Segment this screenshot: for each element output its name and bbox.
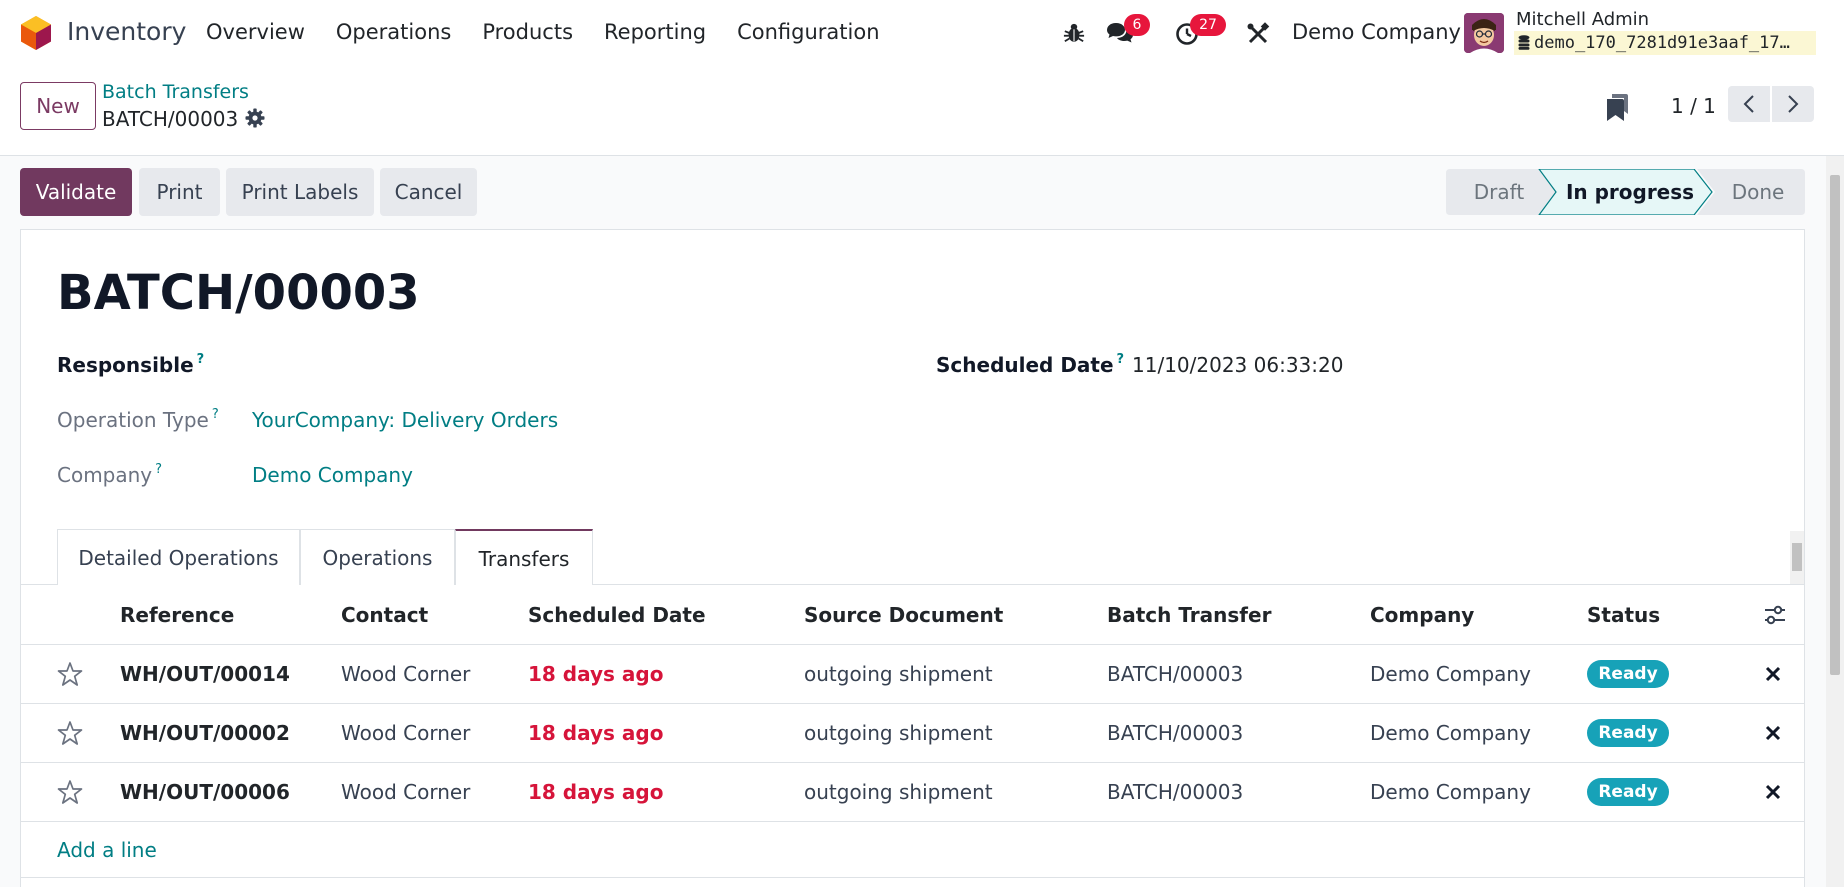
table-header: Reference Contact Scheduled Date Source … bbox=[21, 585, 1804, 645]
user-name[interactable]: Mitchell Admin bbox=[1516, 9, 1649, 30]
menu-products[interactable]: Products bbox=[482, 20, 573, 44]
cell-batch-transfer: BATCH/00003 bbox=[1107, 662, 1244, 686]
avatar[interactable] bbox=[1464, 13, 1504, 53]
status-step-done[interactable]: Done bbox=[1714, 169, 1802, 215]
app-name[interactable]: Inventory bbox=[67, 17, 186, 46]
company-field[interactable]: Demo Company bbox=[252, 463, 413, 487]
tab-operations[interactable]: Operations bbox=[300, 529, 455, 585]
tab-transfers[interactable]: Transfers bbox=[455, 529, 593, 586]
cell-reference: WH/OUT/00002 bbox=[120, 721, 290, 745]
chevron-right-icon bbox=[1788, 95, 1799, 113]
cell-batch-transfer: BATCH/00003 bbox=[1107, 721, 1244, 745]
column-reference[interactable]: Reference bbox=[120, 603, 234, 627]
operation-type-field[interactable]: YourCompany: Delivery Orders bbox=[252, 408, 558, 432]
table-row[interactable]: WH/OUT/00006 Wood Corner 18 days ago out… bbox=[21, 763, 1804, 822]
status-badge: Ready bbox=[1587, 778, 1669, 806]
menu-reporting[interactable]: Reporting bbox=[604, 20, 706, 44]
activity-badge: 27 bbox=[1190, 14, 1226, 36]
responsible-help-icon[interactable]: ? bbox=[197, 352, 205, 367]
chevron-left-icon bbox=[1743, 95, 1754, 113]
remove-icon[interactable] bbox=[1763, 782, 1783, 802]
cell-reference: WH/OUT/00006 bbox=[120, 780, 290, 804]
star-icon[interactable] bbox=[57, 661, 83, 687]
operation-type-help-icon[interactable]: ? bbox=[212, 407, 219, 422]
tab-detailed-operations[interactable]: Detailed Operations bbox=[57, 529, 300, 585]
column-company[interactable]: Company bbox=[1370, 603, 1474, 627]
scheduled-date-help-icon[interactable]: ? bbox=[1117, 352, 1125, 367]
record-title: BATCH/00003 bbox=[57, 265, 420, 321]
top-navbar: Inventory Overview Operations Products R… bbox=[0, 0, 1844, 66]
cell-contact: Wood Corner bbox=[341, 780, 471, 804]
archive-icon[interactable] bbox=[1604, 92, 1630, 122]
main-menu: Overview Operations Products Reporting C… bbox=[206, 20, 911, 44]
cell-scheduled-date: 18 days ago bbox=[528, 780, 664, 804]
pager-next-button[interactable] bbox=[1772, 86, 1814, 122]
company-switcher[interactable]: Demo Company bbox=[1292, 20, 1461, 44]
page-scrollbar-thumb[interactable] bbox=[1830, 175, 1840, 675]
print-button[interactable]: Print bbox=[139, 168, 220, 216]
star-icon[interactable] bbox=[57, 720, 83, 746]
cell-source-document: outgoing shipment bbox=[804, 662, 993, 686]
operation-type-label-text: Operation Type bbox=[57, 408, 209, 432]
status-step-draft[interactable]: Draft bbox=[1446, 169, 1552, 215]
company-help-icon[interactable]: ? bbox=[155, 462, 162, 477]
cell-company: Demo Company bbox=[1370, 721, 1531, 745]
chat-badge: 6 bbox=[1124, 14, 1150, 36]
bug-icon[interactable] bbox=[1063, 22, 1085, 44]
responsible-label: Responsible? bbox=[57, 352, 204, 377]
table-row[interactable]: WH/OUT/00002 Wood Corner 18 days ago out… bbox=[21, 704, 1804, 763]
remove-icon[interactable] bbox=[1763, 664, 1783, 684]
cancel-button[interactable]: Cancel bbox=[380, 168, 477, 216]
menu-operations[interactable]: Operations bbox=[336, 20, 451, 44]
app-logo-icon[interactable] bbox=[20, 15, 52, 51]
column-scheduled-date[interactable]: Scheduled Date bbox=[528, 603, 706, 627]
validate-button[interactable]: Validate bbox=[20, 168, 132, 216]
column-source-document[interactable]: Source Document bbox=[804, 603, 1003, 627]
database-icon bbox=[1518, 35, 1530, 50]
table-bottom-border bbox=[21, 877, 1804, 878]
database-badge: demo_170_7281d91e3aaf_17… bbox=[1514, 31, 1816, 55]
cell-reference: WH/OUT/00014 bbox=[120, 662, 290, 686]
operation-type-label: Operation Type? bbox=[57, 407, 219, 432]
tabs-scrollbar-thumb[interactable] bbox=[1792, 543, 1802, 571]
optional-columns-icon[interactable] bbox=[1764, 604, 1786, 626]
company-label-text: Company bbox=[57, 463, 153, 487]
breadcrumb-batch-transfers[interactable]: Batch Transfers bbox=[102, 81, 249, 103]
cell-contact: Wood Corner bbox=[341, 662, 471, 686]
database-name: demo_170_7281d91e3aaf_17… bbox=[1534, 33, 1790, 53]
status-badge: Ready bbox=[1587, 660, 1669, 688]
breadcrumb-current-record: BATCH/00003 bbox=[102, 107, 239, 131]
print-labels-button[interactable]: Print Labels bbox=[226, 168, 374, 216]
column-status[interactable]: Status bbox=[1587, 603, 1660, 627]
cell-company: Demo Company bbox=[1370, 662, 1531, 686]
column-contact[interactable]: Contact bbox=[341, 603, 428, 627]
avatar-face-icon bbox=[1464, 13, 1504, 53]
pager-previous-button[interactable] bbox=[1728, 86, 1770, 122]
scheduled-date-label-text: Scheduled Date bbox=[936, 353, 1114, 377]
company-label: Company? bbox=[57, 462, 162, 487]
menu-configuration[interactable]: Configuration bbox=[737, 20, 879, 44]
table-row[interactable]: WH/OUT/00014 Wood Corner 18 days ago out… bbox=[21, 645, 1804, 704]
menu-overview[interactable]: Overview bbox=[206, 20, 305, 44]
new-button[interactable]: New bbox=[20, 82, 96, 130]
cell-contact: Wood Corner bbox=[341, 721, 471, 745]
column-batch-transfer[interactable]: Batch Transfer bbox=[1107, 603, 1271, 627]
star-icon[interactable] bbox=[57, 779, 83, 805]
status-step-in-progress[interactable]: In progress bbox=[1554, 169, 1706, 215]
tools-icon[interactable] bbox=[1246, 22, 1270, 46]
status-badge: Ready bbox=[1587, 719, 1669, 747]
add-line-link[interactable]: Add a line bbox=[57, 838, 157, 862]
cell-batch-transfer: BATCH/00003 bbox=[1107, 780, 1244, 804]
cell-source-document: outgoing shipment bbox=[804, 721, 993, 745]
scheduled-date-label: Scheduled Date? bbox=[936, 352, 1124, 377]
cell-scheduled-date: 18 days ago bbox=[528, 721, 664, 745]
scheduled-date-field[interactable]: 11/10/2023 06:33:20 bbox=[1132, 353, 1343, 377]
pager-value[interactable]: 1 / 1 bbox=[1671, 94, 1716, 118]
cell-scheduled-date: 18 days ago bbox=[528, 662, 664, 686]
gear-icon[interactable] bbox=[245, 108, 265, 128]
cell-source-document: outgoing shipment bbox=[804, 780, 993, 804]
cell-company: Demo Company bbox=[1370, 780, 1531, 804]
responsible-label-text: Responsible bbox=[57, 353, 194, 377]
remove-icon[interactable] bbox=[1763, 723, 1783, 743]
